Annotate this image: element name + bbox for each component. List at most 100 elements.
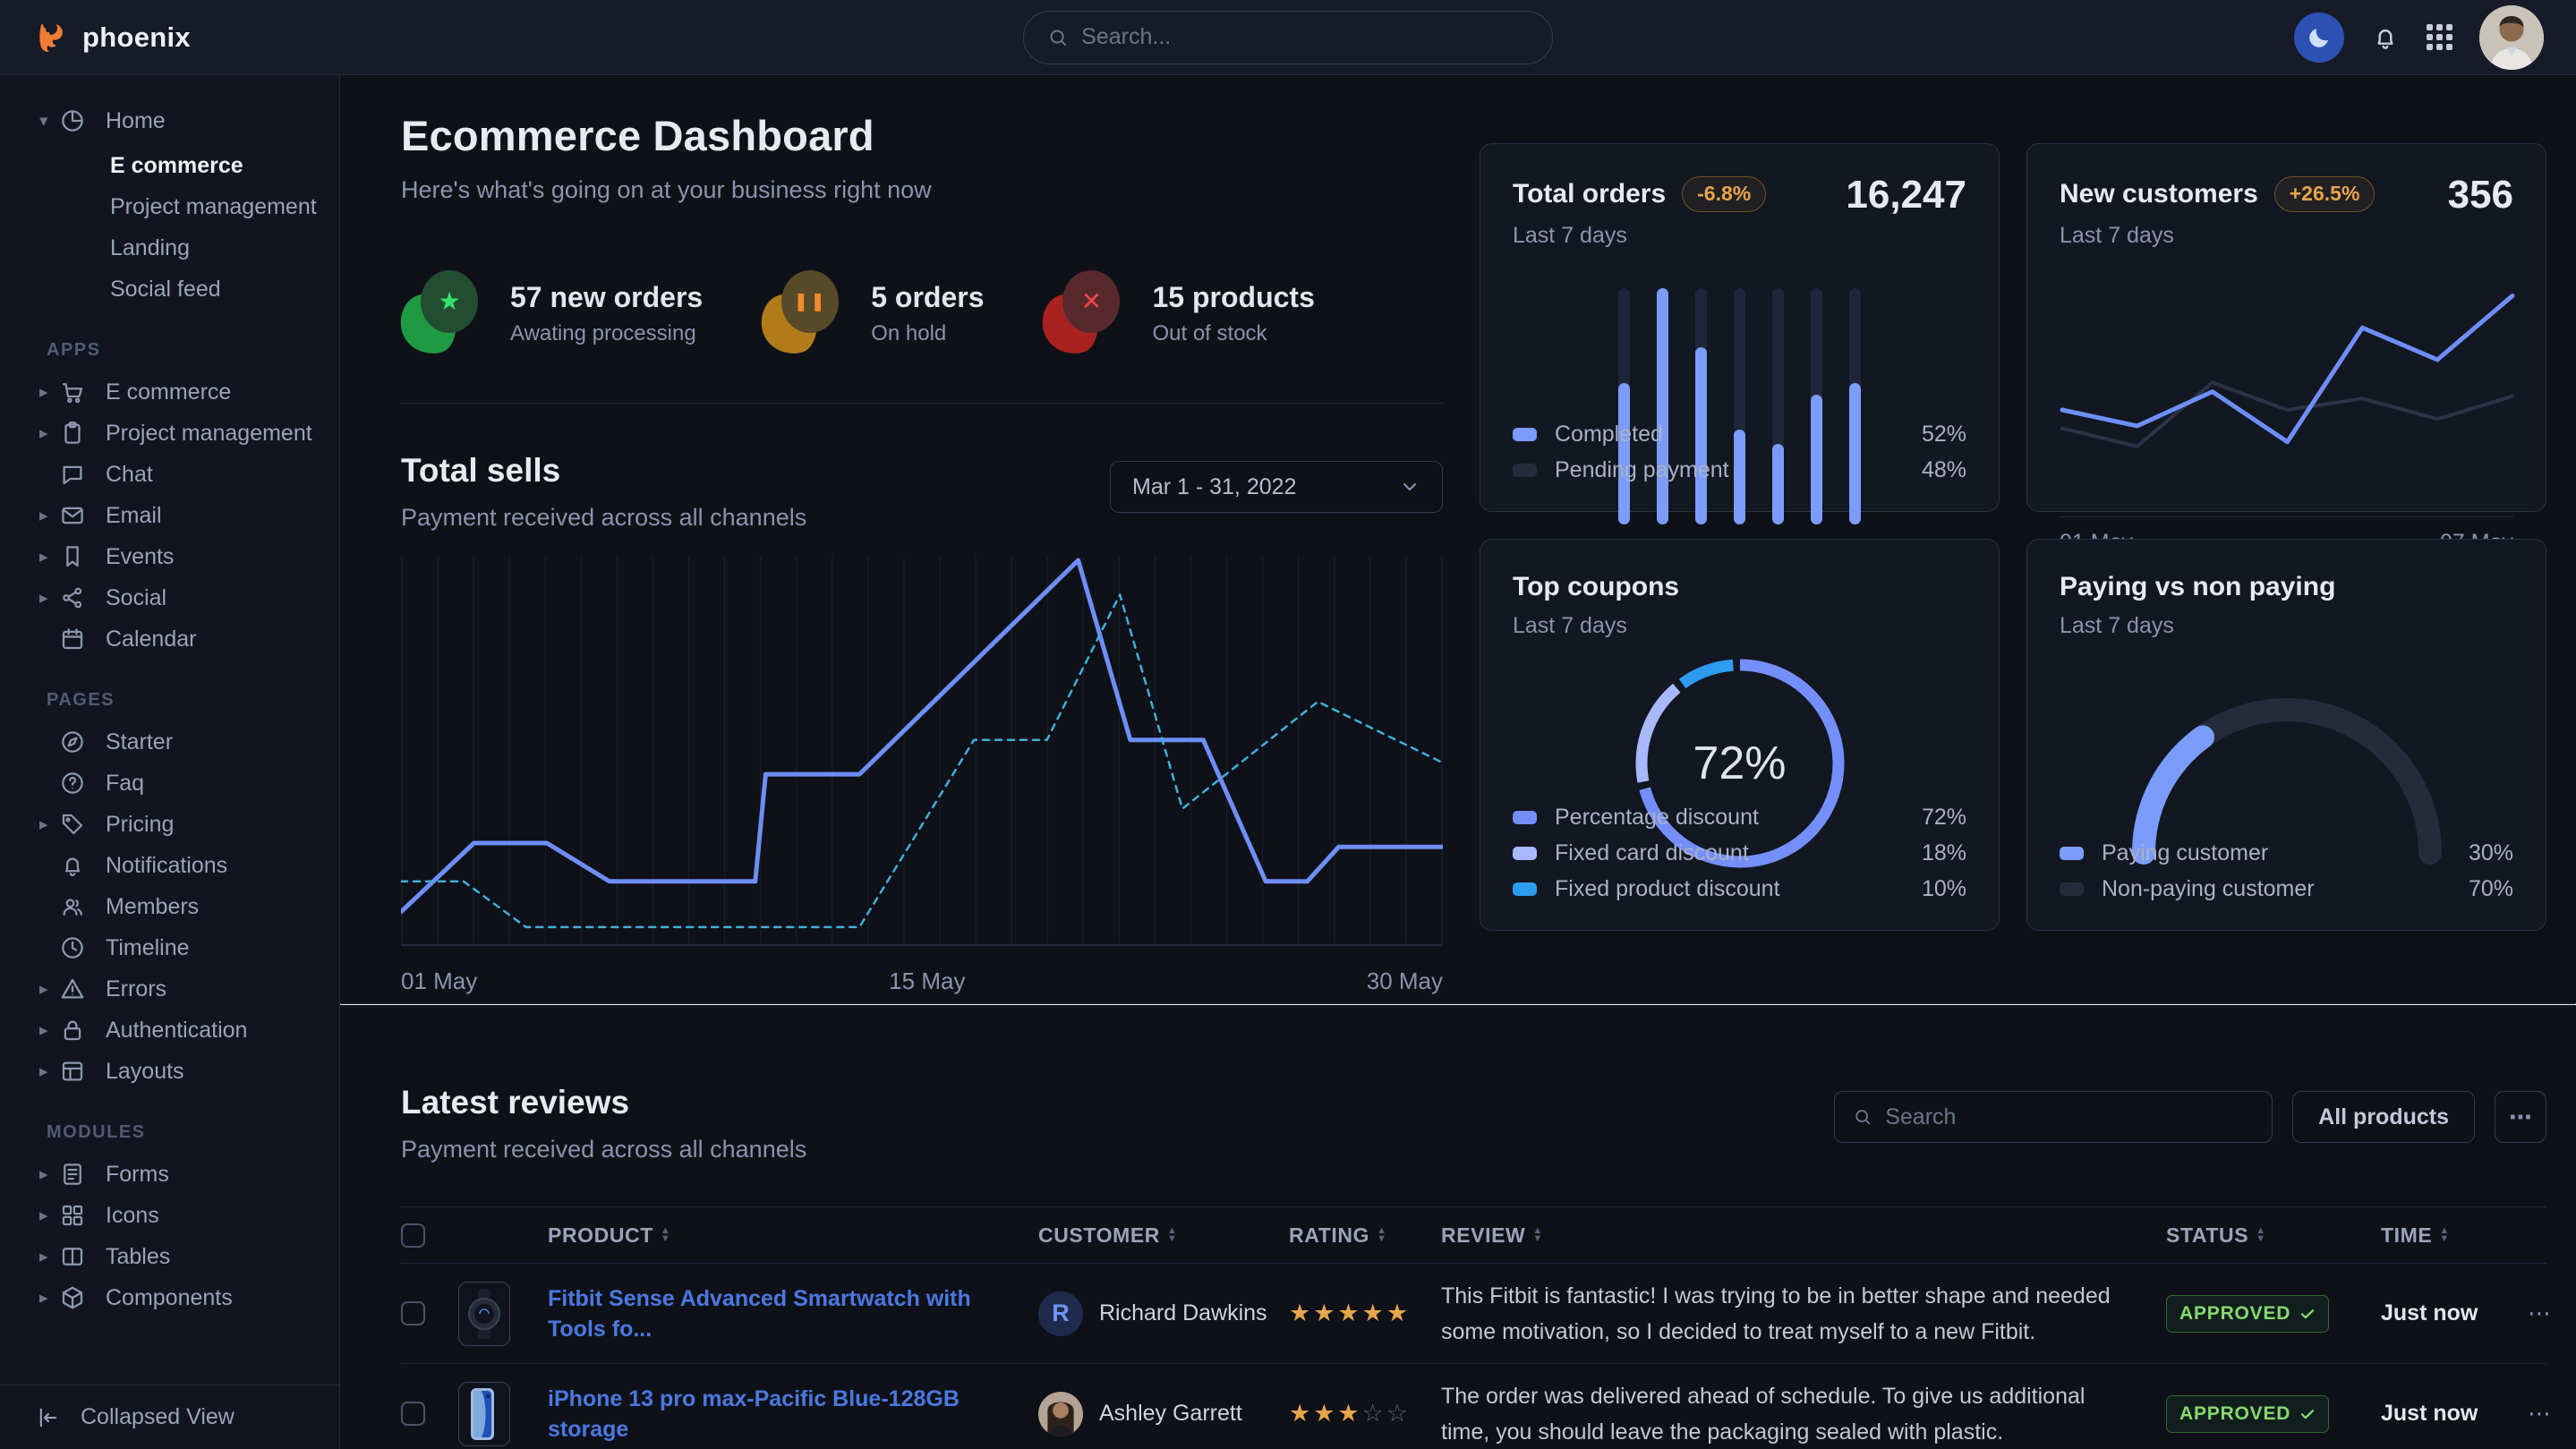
sidebar-item-pricing[interactable]: ▸Pricing xyxy=(0,804,339,845)
theme-toggle-button[interactable] xyxy=(2294,13,2344,63)
sidebar-item-faq[interactable]: Faq xyxy=(0,763,339,804)
sidebar-item-label: Icons xyxy=(106,1203,159,1229)
sidebar-item-timeline[interactable]: Timeline xyxy=(0,927,339,968)
sidebar-item-icons[interactable]: ▸Icons xyxy=(0,1195,339,1236)
reviews-search[interactable] xyxy=(1834,1091,2273,1143)
sidebar-item-social[interactable]: ▸Social xyxy=(0,577,339,618)
reviews-divider xyxy=(340,1003,2576,1005)
sidebar-item-starter[interactable]: Starter xyxy=(0,721,339,763)
all-products-button[interactable]: All products xyxy=(2292,1091,2475,1143)
page-subtitle: Here's what's going on at your business … xyxy=(401,176,1443,204)
tag-icon xyxy=(59,811,86,838)
sidebar-item-events[interactable]: ▸Events xyxy=(0,536,339,577)
sidebar-item-label: Home xyxy=(106,108,166,134)
column-header-status[interactable]: STATUS▲▼ xyxy=(2166,1223,2381,1248)
collapse-sidebar-button[interactable]: Collapsed View xyxy=(0,1385,339,1449)
product-link[interactable]: iPhone 13 pro max-Pacific Blue-128GB sto… xyxy=(548,1384,1038,1445)
column-header-time[interactable]: TIME▲▼ xyxy=(2381,1223,2497,1248)
select-all-checkbox[interactable] xyxy=(401,1223,425,1248)
logo[interactable]: phoenix xyxy=(32,19,340,56)
sidebar-item-e-commerce[interactable]: ▸E commerce xyxy=(0,371,339,413)
sidebar-item-label: Errors xyxy=(106,976,166,1002)
bell-icon xyxy=(2371,23,2400,52)
legend-row: Pending payment48% xyxy=(1513,452,1966,488)
legend-row: Fixed card discount18% xyxy=(1513,835,1966,871)
sidebar-item-calendar[interactable]: Calendar xyxy=(0,618,339,660)
notifications-button[interactable] xyxy=(2371,23,2400,52)
review-text: The order was delivered ahead of schedul… xyxy=(1441,1378,2166,1449)
search-input[interactable] xyxy=(1081,24,1529,50)
lock-icon xyxy=(59,1017,86,1044)
status-badge: APPROVED xyxy=(2166,1295,2329,1333)
compass-icon xyxy=(59,729,86,755)
apps-menu-button[interactable] xyxy=(2427,24,2452,50)
reviews-title: Latest reviews xyxy=(401,1084,806,1121)
sidebar-item-chat[interactable]: Chat xyxy=(0,454,339,495)
row-actions-button[interactable]: ⋯ xyxy=(2497,1300,2551,1327)
sidebar-item-components[interactable]: ▸Components xyxy=(0,1277,339,1318)
user-avatar[interactable] xyxy=(2479,5,2544,70)
total-sells-subtitle: Payment received across all channels xyxy=(401,504,806,532)
row-actions-button[interactable]: ⋯ xyxy=(2497,1400,2551,1428)
total-sells-chart[interactable]: 01 May 15 May 30 May xyxy=(401,550,1443,1003)
x-blob-icon: ✕ xyxy=(1043,270,1129,356)
reviews-more-button[interactable]: ⋯ xyxy=(2495,1091,2546,1143)
column-header-customer[interactable]: CUSTOMER▲▼ xyxy=(1038,1223,1289,1248)
sidebar-item-members[interactable]: Members xyxy=(0,886,339,927)
sort-icon: ▲▼ xyxy=(2439,1227,2450,1243)
legend-row: Non-paying customer70% xyxy=(2060,871,2513,907)
row-checkbox[interactable] xyxy=(401,1402,425,1426)
legend-label: Fixed product discount xyxy=(1555,876,1780,902)
sidebar-item-project-management[interactable]: ▸Project management xyxy=(0,413,339,454)
sidebar-subitem-social-feed[interactable]: Social feed xyxy=(0,268,339,310)
paying-legend: Paying customer30%Non-paying customer70% xyxy=(2060,835,2513,907)
sidebar-item-label: Events xyxy=(106,544,174,570)
row-checkbox[interactable] xyxy=(401,1301,425,1325)
layout-icon xyxy=(59,1058,86,1085)
global-search[interactable] xyxy=(1023,11,1553,64)
column-header-review[interactable]: REVIEW▲▼ xyxy=(1441,1223,2166,1248)
date-range-select[interactable]: Mar 1 - 31, 2022 xyxy=(1110,461,1443,513)
sidebar-item-layouts[interactable]: ▸Layouts xyxy=(0,1051,339,1092)
review-row: Fitbit Sense Advanced Smartwatch with To… xyxy=(401,1264,2546,1364)
caret-down-icon: ▾ xyxy=(39,111,59,132)
product-thumbnail[interactable] xyxy=(458,1282,510,1346)
column-header-rating[interactable]: RATING▲▼ xyxy=(1289,1223,1441,1248)
share-icon xyxy=(59,584,86,611)
order-bar xyxy=(1811,288,1822,524)
total-orders-title: Total orders xyxy=(1513,179,1666,209)
reviews-table-body: Fitbit Sense Advanced Smartwatch with To… xyxy=(401,1264,2546,1449)
sidebar-item-email[interactable]: ▸Email xyxy=(0,495,339,536)
sidebar-item-forms[interactable]: ▸Forms xyxy=(0,1154,339,1195)
x-tick-30may: 30 May xyxy=(1367,967,1443,995)
legend-row: Fixed product discount10% xyxy=(1513,871,1966,907)
caret-right-icon: ▸ xyxy=(39,1164,59,1185)
sidebar-item-tables[interactable]: ▸Tables xyxy=(0,1236,339,1277)
legend-value: 30% xyxy=(2469,840,2513,866)
legend-value: 48% xyxy=(1922,457,1966,483)
collapse-label: Collapsed View xyxy=(81,1404,235,1430)
sidebar-item-authentication[interactable]: ▸Authentication xyxy=(0,1010,339,1051)
top-coupons-legend: Percentage discount72%Fixed card discoun… xyxy=(1513,799,1966,907)
sidebar: ▾ Home E commerceProject managementLanding… xyxy=(0,75,340,1449)
sidebar-subitem-project-management[interactable]: Project management xyxy=(0,186,339,227)
latest-reviews-section: Latest reviews Payment received across a… xyxy=(401,1084,2546,1449)
nine-dots-grid-icon xyxy=(2427,24,2452,50)
product-link[interactable]: Fitbit Sense Advanced Smartwatch with To… xyxy=(548,1283,1038,1344)
sidebar-subitem-landing[interactable]: Landing xyxy=(0,227,339,268)
sidebar-item-label: Tables xyxy=(106,1244,170,1270)
clipboard-icon xyxy=(59,420,86,447)
legend-swatch xyxy=(1513,428,1537,441)
reviews-search-input[interactable] xyxy=(1885,1104,2254,1130)
order-bar xyxy=(1734,288,1745,524)
stat-title: 5 orders xyxy=(871,281,984,314)
product-thumbnail[interactable] xyxy=(458,1382,510,1446)
customer-avatar-photo xyxy=(1038,1392,1083,1436)
new-customers-title: New customers xyxy=(2060,179,2258,209)
sidebar-item-errors[interactable]: ▸Errors xyxy=(0,968,339,1010)
total-orders-change-badge: -6.8% xyxy=(1682,176,1766,212)
sidebar-item-notifications[interactable]: Notifications xyxy=(0,845,339,886)
sidebar-subitem-e-commerce[interactable]: E commerce xyxy=(0,145,339,186)
column-header-product[interactable]: PRODUCT▲▼ xyxy=(548,1223,1038,1248)
sidebar-item-home[interactable]: ▾ Home xyxy=(0,100,339,141)
